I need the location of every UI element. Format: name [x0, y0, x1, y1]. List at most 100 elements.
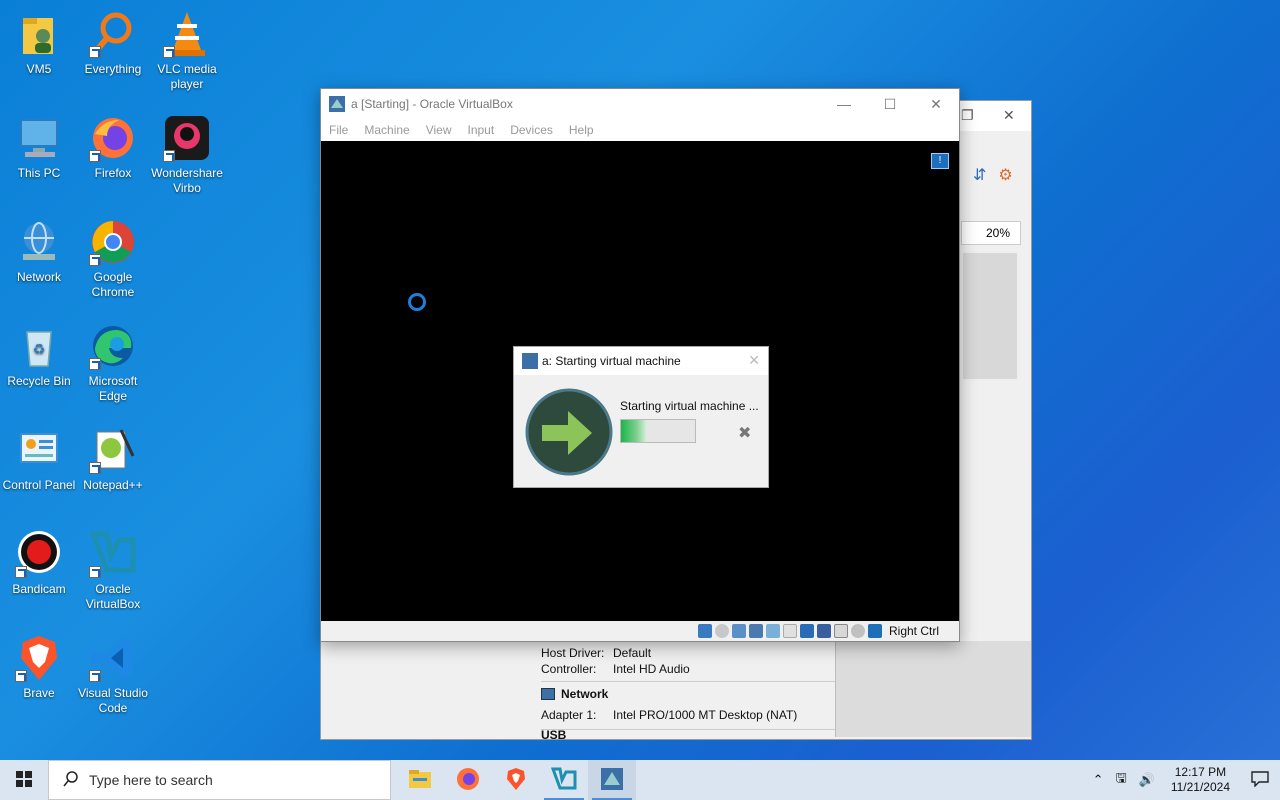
desktop-icon-label: Firefox	[94, 166, 132, 180]
host-driver-value: Default	[613, 646, 652, 660]
taskbar-firefox[interactable]	[444, 760, 492, 800]
maximize-button[interactable]: ☐	[867, 89, 913, 119]
loading-spinner-icon	[408, 293, 426, 311]
search-placeholder: Type here to search	[89, 772, 213, 788]
shared-folder-icon[interactable]	[782, 624, 797, 638]
restore-icon[interactable]: ❐	[961, 107, 974, 124]
vm-statusbar: Right Ctrl	[321, 621, 959, 641]
clock[interactable]: 12:17 PM 11/21/2024	[1171, 765, 1230, 795]
menu-input[interactable]: Input	[468, 123, 503, 137]
network-globe-icon	[15, 218, 63, 266]
menu-devices[interactable]: Devices	[510, 123, 561, 137]
desktop-icon-chrome[interactable]: Google Chrome	[74, 218, 152, 300]
chrome-icon	[89, 218, 137, 266]
volume-icon[interactable]: 🔊	[1139, 772, 1155, 788]
show-hidden-icons-icon[interactable]: ⌃	[1093, 772, 1104, 788]
cpu-icon[interactable]	[833, 624, 848, 638]
shortcut-arrow-icon	[89, 150, 101, 162]
taskbar: Type here to search ⌃ 🖫 🔊 12:17 PM 11/21…	[0, 760, 1280, 800]
desktop-icon-everything[interactable]: Everything	[74, 10, 152, 77]
virtualbox-vm-icon	[329, 96, 345, 112]
host-key-label[interactable]: Right Ctrl	[889, 624, 939, 638]
desktop-icon-label: Wondershare Virbo	[151, 166, 223, 195]
desktop-icon-vscode[interactable]: Visual Studio Code	[74, 634, 152, 716]
mouse-integration-icon[interactable]	[850, 624, 865, 638]
zoom-box[interactable]: 20%	[961, 221, 1021, 245]
vlc-cone-icon	[163, 10, 211, 58]
menu-help[interactable]: Help	[569, 123, 602, 137]
usb-section-header[interactable]: USB	[541, 729, 835, 739]
taskbar-file-explorer[interactable]	[396, 760, 444, 800]
desktop-icon-firefox[interactable]: Firefox	[74, 114, 152, 181]
taskbar-virtualbox[interactable]	[540, 760, 588, 800]
bandicam-icon	[15, 530, 63, 578]
taskbar-search-box[interactable]: Type here to search	[48, 760, 391, 800]
menu-file[interactable]: File	[329, 123, 356, 137]
taskbar-brave[interactable]	[492, 760, 540, 800]
virtualbox-vm-icon	[600, 767, 624, 794]
vm-menubar: File Machine View Input Devices Help	[321, 119, 959, 141]
desktop-icon-edge[interactable]: Microsoft Edge	[74, 322, 152, 404]
shortcut-arrow-icon	[89, 566, 101, 578]
folder-user-icon	[15, 10, 63, 58]
firefox-icon	[456, 767, 480, 794]
recording-icon[interactable]	[816, 624, 831, 638]
vm-window-title: a [Starting] - Oracle VirtualBox	[351, 97, 513, 111]
vm-window[interactable]: a [Starting] - Oracle VirtualBox — ☐ ✕ F…	[320, 88, 960, 642]
audio-icon[interactable]	[731, 624, 746, 638]
controller-value: Intel HD Audio	[613, 662, 690, 676]
preferences-icon[interactable]: ⚙	[998, 165, 1012, 185]
keyboard-capture-icon[interactable]	[867, 624, 882, 638]
desktop-icon-brave[interactable]: Brave	[0, 634, 78, 701]
display-icon[interactable]	[799, 624, 814, 638]
progress-bar	[620, 419, 696, 443]
clock-time: 12:17 PM	[1174, 765, 1227, 779]
network-card-icon	[541, 687, 555, 700]
file-explorer-icon	[408, 769, 432, 792]
hard-disk-icon[interactable]	[697, 624, 712, 638]
desktop-icon-this-pc[interactable]: This PC	[0, 114, 78, 181]
optical-drive-icon[interactable]	[714, 624, 729, 638]
manager-right-strip	[835, 641, 1031, 737]
desktop-icon-notepadpp[interactable]: Notepad++	[74, 426, 152, 493]
notification-icon[interactable]: !	[931, 153, 949, 169]
starting-vm-dialog[interactable]: a: Starting virtual machine ✕ Starting v…	[513, 346, 769, 488]
close-icon[interactable]: ✕	[1003, 107, 1015, 124]
taskbar-virtualbox-vm[interactable]	[588, 760, 636, 800]
computer-icon	[15, 114, 63, 162]
desktop-icon-vm5[interactable]: VM5	[0, 10, 78, 77]
desktop-icon-virtualbox[interactable]: Oracle VirtualBox	[74, 530, 152, 612]
menu-machine[interactable]: Machine	[364, 123, 417, 137]
shortcut-arrow-icon	[89, 358, 101, 370]
start-button[interactable]	[0, 760, 48, 800]
adapter-value: Intel PRO/1000 MT Desktop (NAT)	[613, 708, 798, 722]
desktop-icon-vlc[interactable]: VLC media player	[148, 10, 226, 92]
vm-titlebar[interactable]: a [Starting] - Oracle VirtualBox — ☐ ✕	[321, 89, 959, 119]
desktop-icon-recycle-bin[interactable]: ♻ Recycle Bin	[0, 322, 78, 389]
action-center-button[interactable]	[1240, 760, 1280, 800]
desktop-icon-virbo[interactable]: Wondershare Virbo	[148, 114, 226, 196]
desktop-icon-control-panel[interactable]: Control Panel	[0, 426, 78, 493]
network-icon[interactable]	[748, 624, 763, 638]
desktop-icon-label: Everything	[84, 62, 142, 76]
progress-bar-fill	[621, 420, 647, 442]
usb-icon[interactable]	[765, 624, 780, 638]
desktop-icon-label: Brave	[23, 686, 55, 700]
desktop-icon-label: Notepad++	[83, 478, 143, 492]
vscode-icon	[89, 634, 137, 682]
network-section-header[interactable]: Network	[541, 681, 835, 705]
sort-icon[interactable]: ⇵	[973, 165, 986, 185]
desktop-icon-bandicam[interactable]: Bandicam	[0, 530, 78, 597]
desktop-icon-network[interactable]: Network	[0, 218, 78, 285]
network-status-icon[interactable]: 🖫	[1116, 769, 1127, 791]
edge-icon	[89, 322, 137, 370]
cancel-icon[interactable]: ✖	[738, 423, 751, 443]
minimize-button[interactable]: —	[821, 89, 867, 119]
shortcut-arrow-icon	[15, 670, 27, 682]
vm-screen[interactable]: ! a: Starting virtual machine ✕ Starting…	[321, 141, 959, 621]
dialog-close-icon[interactable]: ✕	[748, 352, 760, 369]
menu-view[interactable]: View	[426, 123, 460, 137]
shortcut-arrow-icon	[89, 462, 101, 474]
close-button[interactable]: ✕	[913, 89, 959, 119]
virbo-icon	[163, 114, 211, 162]
